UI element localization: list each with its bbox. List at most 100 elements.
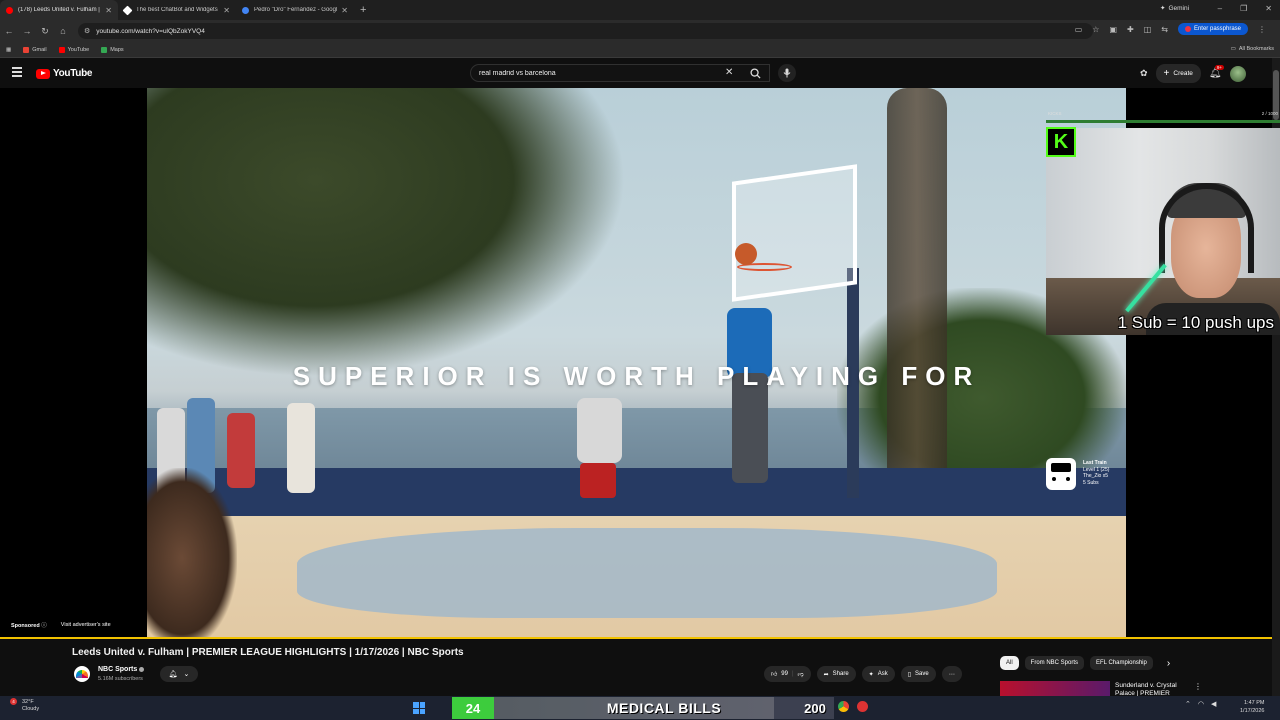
close-tab-icon[interactable]: ✕: [105, 6, 112, 15]
voice-search-button[interactable]: [778, 64, 796, 82]
account-avatar[interactable]: [1229, 65, 1246, 82]
studio-icon[interactable]: ✿: [1140, 68, 1148, 79]
channel-avatar[interactable]: [74, 666, 90, 682]
sponsored-label[interactable]: Sponsored ⓘ: [11, 621, 47, 629]
dunking-player: [722, 288, 782, 498]
back-icon[interactable]: ←: [0, 26, 18, 36]
sidepanel-icon[interactable]: ◫: [1144, 25, 1152, 34]
youtube-wordmark: YouTube: [53, 68, 93, 79]
tab-google-search[interactable]: Pedro "Dro" Fernández - Google Search ✕: [236, 0, 354, 20]
chevron-right-icon[interactable]: ›: [1167, 658, 1170, 669]
enter-passphrase-button[interactable]: Enter passphrase: [1177, 23, 1248, 35]
plus-icon: +: [1163, 68, 1170, 79]
kick-goal-header: KICKS 2 / 1000: [1046, 111, 1280, 119]
app-red-icon[interactable]: [857, 701, 868, 712]
ad-tagline: SUPERIOR IS WORTH PLAYING FOR: [292, 361, 981, 391]
share-button[interactable]: ➦ Share: [816, 666, 856, 682]
bookmark-youtube[interactable]: YouTube: [58, 46, 90, 53]
all-bookmarks-button[interactable]: ▭ All Bookmarks: [1231, 46, 1274, 52]
train-line: 5 Subs: [1083, 479, 1099, 486]
gemini-button[interactable]: ✦ Gemini: [1160, 4, 1190, 13]
recommended-title[interactable]: Sunderland v. Crystal Palace | PREMIER: [1115, 682, 1195, 696]
address-bar-row: ← → ↻ ⌂ ⚙ youtube.com/watch?v=ulQbZokYVQ…: [0, 20, 1280, 42]
subscription-bell-button[interactable]: 🔔︎ ⌄: [160, 666, 198, 682]
tab-chatbot[interactable]: The best ChatBot and Widgets ✕: [118, 0, 236, 20]
search-icon: [749, 67, 761, 79]
restore-icon[interactable]: ❐: [1240, 4, 1247, 13]
search-input[interactable]: [479, 69, 719, 77]
more-vertical-icon[interactable]: ⋮: [1194, 682, 1202, 691]
more-actions-button[interactable]: ⋯: [941, 666, 962, 682]
search-button[interactable]: [740, 64, 770, 82]
train-line: Last Train: [1083, 460, 1107, 466]
close-tab-icon[interactable]: ✕: [341, 6, 348, 15]
tab-youtube-video[interactable]: (178) Leeds United v. Fulham | PREMIER L…: [0, 0, 118, 20]
tab-title: (178) Leeds United v. Fulham | PREMIER L…: [18, 7, 101, 13]
notifications-button[interactable]: 🔔︎ 9+: [1209, 65, 1225, 79]
thumbs-down-icon[interactable]: 👎︎: [798, 670, 804, 678]
gemini-label: Gemini: [1168, 4, 1190, 12]
apps-grid-icon[interactable]: ▦: [6, 47, 11, 53]
backboard: [732, 164, 857, 302]
cast-icon[interactable]: ▭: [1075, 25, 1083, 34]
video-actions: 👍︎ 99 | 👎︎ ➦ Share ✦ Ask ▯ Save ⋯: [764, 666, 962, 682]
video-metadata: Leeds United v. Fulham | PREMIER LEAGUE …: [0, 639, 1272, 696]
close-window-icon[interactable]: ✕: [1265, 4, 1272, 13]
system-tray: ⌃ ◠ ◀: [1185, 700, 1216, 708]
save-button[interactable]: ▯ Save: [900, 666, 936, 682]
recommendation-chips: All From NBC Sports EFL Championship ›: [1000, 656, 1170, 670]
weather-condition: Cloudy: [22, 706, 40, 712]
like-button[interactable]: 👍︎ 99 | 👎︎: [764, 666, 811, 682]
minimize-icon[interactable]: –: [1218, 4, 1222, 13]
menu-kebab-icon[interactable]: ⋮: [1258, 25, 1266, 34]
info-icon: ⓘ: [41, 623, 47, 629]
folder-icon: ▭: [1230, 46, 1236, 52]
video-frame[interactable]: SUPERIOR IS WORTH PLAYING FOR: [147, 88, 1126, 639]
hamburger-menu-icon[interactable]: [12, 67, 22, 77]
youtube-favicon-icon: [6, 6, 13, 14]
puzzle-icon[interactable]: ✚: [1127, 25, 1134, 34]
windows-taskbar: 4 32°F Cloudy 24 MEDICAL BILLS 200 ⌃ ◠ ◀…: [0, 696, 1280, 720]
bell-icon: 🔔︎: [168, 671, 178, 678]
chip-from-nbc-sports[interactable]: From NBC Sports: [1024, 656, 1085, 670]
omnibox[interactable]: ⚙ youtube.com/watch?v=ulQbZokYVQ4: [78, 23, 1093, 39]
chevron-up-icon[interactable]: ⌃: [1185, 700, 1191, 708]
channel-name[interactable]: NBC Sports: [98, 666, 145, 673]
reload-icon[interactable]: ↻: [36, 26, 54, 37]
url-text: youtube.com/watch?v=ulQbZokYVQ4: [96, 27, 205, 35]
bookmark-gmail[interactable]: Gmail: [23, 46, 47, 53]
bookmark-star-icon[interactable]: ☆: [1092, 25, 1099, 34]
chrome-icon[interactable]: [838, 701, 849, 712]
clock-date: 1/17/2026: [1240, 708, 1265, 714]
share-arrow-icon: ➦: [823, 671, 829, 678]
weather-widget[interactable]: 4 32°F Cloudy: [10, 698, 40, 713]
youtube-logo[interactable]: YouTube: [36, 68, 93, 79]
home-icon[interactable]: ⌂: [54, 26, 72, 36]
diamond-favicon-icon: [122, 5, 133, 15]
wifi-icon[interactable]: ◠: [1198, 700, 1204, 708]
goal-target-count: 200: [804, 700, 826, 716]
chip-all[interactable]: All: [1000, 656, 1019, 670]
create-button[interactable]: + Create: [1155, 64, 1201, 83]
headset: [1159, 183, 1254, 273]
recommended-thumbnail[interactable]: [1000, 681, 1110, 696]
forward-icon[interactable]: →: [18, 26, 36, 36]
all-bookmarks-label: All Bookmarks: [1238, 46, 1274, 52]
ask-label: Ask: [877, 671, 888, 677]
visit-advertiser-link[interactable]: Visit advertiser's site: [61, 622, 111, 628]
palm-trunk: [887, 88, 947, 508]
close-tab-icon[interactable]: ✕: [223, 6, 230, 15]
clear-search-icon[interactable]: ✕: [725, 67, 733, 78]
bookmark-label: YouTube: [67, 46, 90, 53]
tab-title: The best ChatBot and Widgets: [136, 7, 218, 13]
extension-icon[interactable]: ▣: [1109, 25, 1117, 34]
bookmark-maps[interactable]: Maps: [101, 46, 124, 53]
ask-button[interactable]: ✦ Ask: [861, 666, 895, 682]
volume-icon[interactable]: ◀: [1211, 700, 1216, 708]
new-tab-button[interactable]: +: [360, 4, 366, 16]
profile-switch-icon[interactable]: ⇆: [1161, 25, 1168, 34]
windows-start-icon[interactable]: [413, 702, 425, 714]
system-clock[interactable]: 1:47 PM 1/17/2026: [1240, 699, 1264, 715]
site-info-icon[interactable]: ⚙: [84, 27, 90, 35]
chip-efl-championship[interactable]: EFL Championship: [1090, 656, 1153, 670]
